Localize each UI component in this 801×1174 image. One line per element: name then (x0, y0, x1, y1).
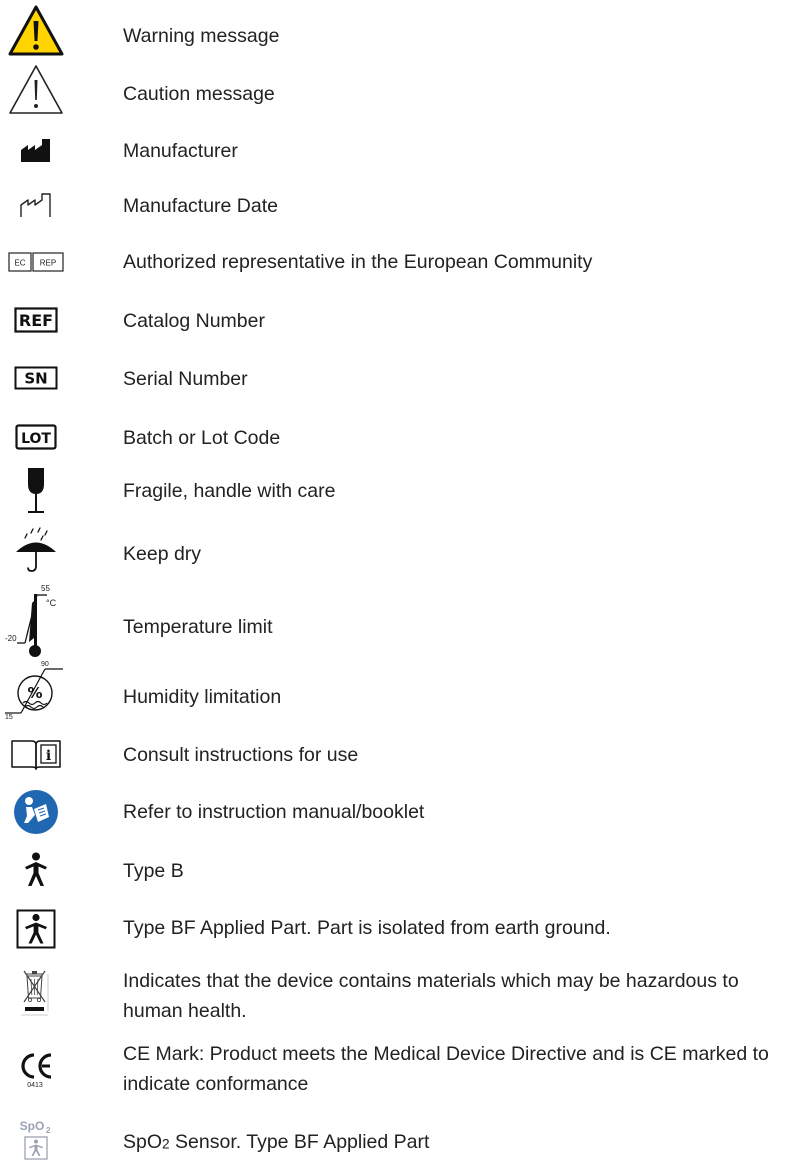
rep-text: REP (40, 259, 56, 268)
symbol-row-manufacturer: Manufacturer (0, 128, 801, 172)
consult-instructions-icon: i (0, 734, 72, 776)
symbol-row-refer-manual: Refer to instruction manual/booklet (0, 784, 801, 840)
symbol-label: Serial Number (123, 368, 248, 390)
symbol-label: Catalog Number (123, 310, 265, 332)
temp-low-text: -20 (5, 634, 17, 643)
temp-high-text: 55 (41, 584, 50, 593)
spo2-text: SpO (20, 1119, 45, 1133)
sn-icon: SN (0, 362, 72, 394)
weee-bin-icon (0, 964, 72, 1026)
refer-manual-icon (0, 788, 72, 836)
symbol-row-ec-rep: EC REP Authorized representative in the … (0, 240, 801, 284)
symbol-label: Authorized representative in the Europea… (123, 251, 593, 273)
symbol-label: Manufacture Date (123, 195, 279, 217)
symbol-row-spo2: SpO 2 SpO2 Sensor. Type BF Applied Part (0, 1110, 801, 1170)
humidity-high-text: 90 (41, 661, 49, 668)
symbol-row-manufacture-date: Manufacture Date (0, 183, 801, 227)
spo2-sub-text: 2 (46, 1126, 51, 1135)
caution-icon (0, 62, 72, 118)
symbol-row-humidity: 90 15 % Humidity limitation (0, 656, 801, 726)
symbol-label: Consult instructions for use (123, 744, 359, 766)
lot-text: LOT (21, 431, 51, 447)
temperature-limit-icon: 55 °C -20 (0, 578, 72, 662)
type-bf-icon (0, 908, 72, 950)
symbol-label: Caution message (123, 83, 275, 105)
symbol-label: Indicates that the device contains mater… (123, 970, 739, 1022)
sn-text: SN (24, 370, 47, 388)
symbol-label: Manufacturer (123, 140, 238, 162)
ref-icon: REF (0, 304, 72, 336)
symbol-label: Keep dry (123, 543, 202, 565)
symbol-row-keep-dry: Keep dry (0, 522, 801, 578)
info-i-text: i (46, 748, 51, 764)
symbol-label: Fragile, handle with care (123, 480, 336, 502)
symbol-row-sn: SN Serial Number (0, 356, 801, 400)
symbol-label: CE Mark: Product meets the Medical Devic… (123, 1043, 769, 1095)
symbol-row-temperature: 55 °C -20 Temperature limit (0, 578, 801, 664)
symbol-label: Type BF Applied Part. Part is isolated f… (123, 917, 611, 939)
temp-unit-text: °C (46, 598, 57, 608)
ref-text: REF (19, 311, 53, 330)
humidity-percent-text: % (27, 684, 42, 702)
type-b-icon (0, 849, 72, 891)
symbol-row-ref: REF Catalog Number (0, 298, 801, 342)
symbol-row-weee: Indicates that the device contains mater… (0, 962, 801, 1028)
symbol-label: Batch or Lot Code (123, 427, 281, 449)
symbol-row-consult-instructions: i Consult instructions for use (0, 730, 801, 780)
lot-icon: LOT (0, 421, 72, 453)
ce-mark-icon: 0413 (0, 1044, 72, 1094)
symbol-row-ce-mark: 0413 CE Mark: Product meets the Medical … (0, 1036, 801, 1102)
spo2-label-rest: Sensor. Type BF Applied Part (169, 1131, 430, 1153)
keep-dry-icon (0, 524, 72, 576)
humidity-low-text: 15 (5, 714, 13, 721)
humidity-limitation-icon: 90 15 % (0, 656, 72, 724)
symbol-label: Type B (123, 860, 184, 882)
warning-icon (0, 4, 72, 58)
symbol-label-spo2: SpO2 Sensor. Type BF Applied Part (123, 1127, 793, 1160)
fragile-icon (0, 464, 72, 518)
ec-rep-icon: EC REP (0, 248, 72, 276)
symbol-row-type-bf: Type BF Applied Part. Part is isolated f… (0, 904, 801, 954)
symbol-row-fragile: Fragile, handle with care (0, 462, 801, 520)
symbol-label: Warning message (123, 25, 280, 47)
spo2-label-main: SpO (123, 1131, 163, 1153)
symbol-label: Humidity limitation (123, 686, 282, 708)
ce-number-text: 0413 (27, 1082, 43, 1089)
ec-text: EC (14, 259, 25, 268)
manufacturer-icon (0, 134, 72, 166)
symbol-label: Temperature limit (123, 616, 273, 638)
spo2-label-sub: 2 (162, 1136, 170, 1152)
spo2-sensor-icon: SpO 2 (0, 1114, 72, 1166)
symbol-label: Refer to instruction manual/booklet (123, 801, 425, 823)
symbol-row-caution: Caution message (0, 62, 801, 120)
symbol-row-lot: LOT Batch or Lot Code (0, 415, 801, 459)
manufacture-date-icon (0, 189, 72, 221)
symbol-row-type-b: Type B (0, 845, 801, 895)
